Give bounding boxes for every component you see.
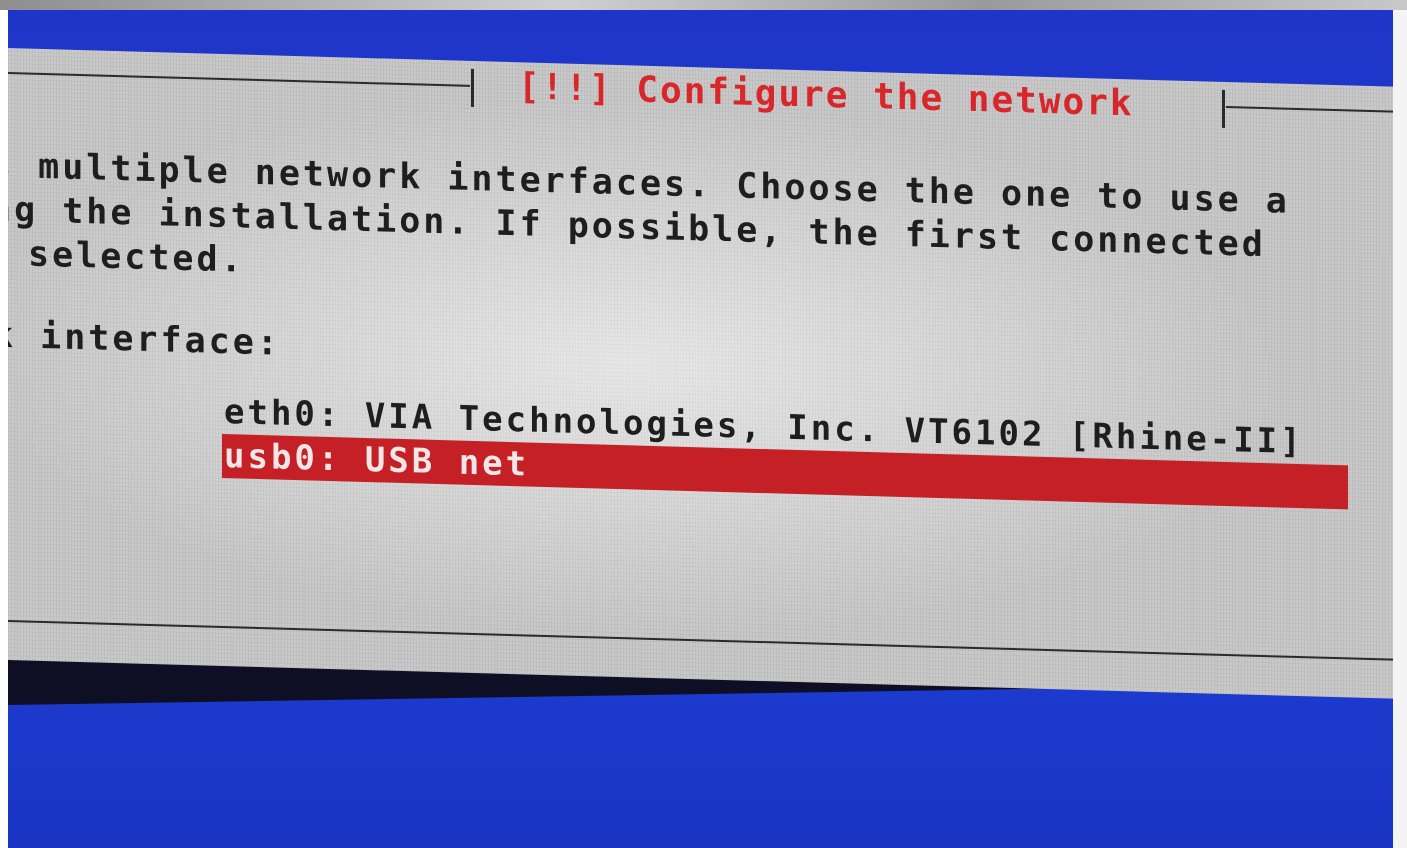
dialog-frame-title-bracket-left bbox=[471, 68, 474, 108]
dialog-description-line-3: selected. bbox=[28, 234, 245, 281]
monitor-bezel-top bbox=[0, 0, 1407, 10]
dialog-title: [!!] Configure the network bbox=[518, 66, 1134, 125]
dialog-frame-bottom bbox=[8, 620, 1393, 661]
dialog-frame-top-right bbox=[1226, 106, 1393, 113]
interface-prompt-label: k interface: bbox=[8, 315, 281, 364]
dialog-frame-title-bracket-right bbox=[1222, 89, 1225, 128]
dialog-frame-top-left bbox=[8, 72, 470, 87]
monitor-bezel-right bbox=[1393, 10, 1407, 848]
configure-network-dialog: [!!] Configure the network s multiple ne… bbox=[8, 48, 1393, 699]
installer-screen: [!!] Configure the network s multiple ne… bbox=[8, 10, 1393, 848]
